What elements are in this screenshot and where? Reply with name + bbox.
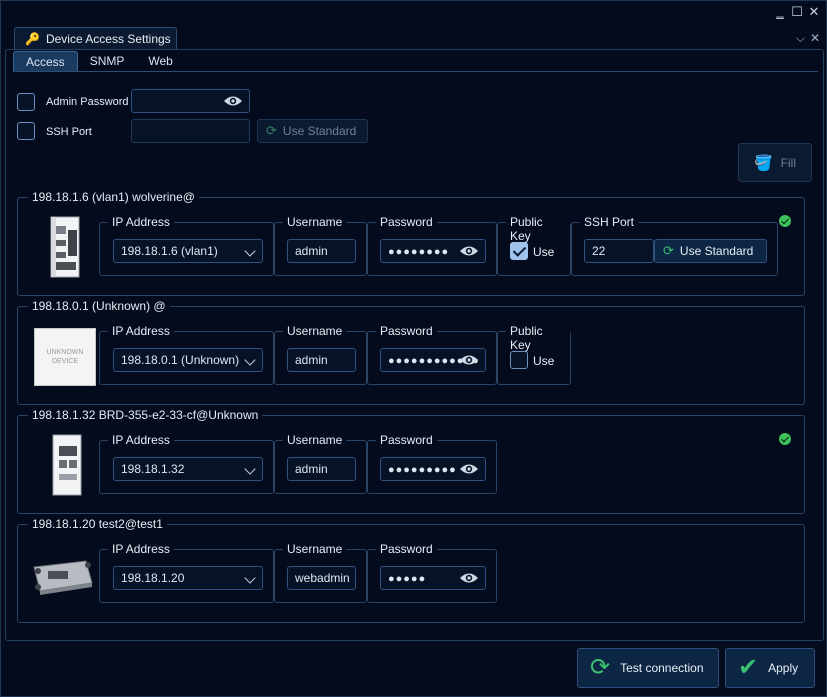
- tab-web[interactable]: Web: [136, 51, 184, 71]
- device-title: 198.18.1.20 test2@test1: [28, 517, 167, 531]
- ssh-port-label: SSH Port: [46, 126, 92, 138]
- device-panel: 198.18.0.1 (Unknown) @ UNKNOWN DEVICE IP…: [17, 299, 805, 405]
- ip-address-select[interactable]: 198.18.0.1 (Unknown): [113, 348, 263, 372]
- username-group: Username webadmin: [274, 542, 367, 603]
- device-panel: 198.18.1.32 BRD-355-e2-33-cf@Unknown IP …: [17, 408, 805, 514]
- username-group: Username admin: [274, 433, 367, 494]
- maximize-icon[interactable]: ☐: [791, 5, 803, 18]
- ssh-port-input[interactable]: 22: [584, 239, 654, 263]
- test-connection-button[interactable]: ⟳ Test connection: [577, 648, 719, 688]
- close-icon[interactable]: ✕: [808, 5, 820, 18]
- status-ok-icon: [779, 433, 791, 445]
- tab-access[interactable]: Access: [13, 51, 78, 71]
- ip-address-select[interactable]: 198.18.1.20: [113, 566, 263, 590]
- password-group: Password ●●●●●●●●: [367, 215, 497, 276]
- ssh-port-group: SSH Port 22 ⟳ Use Standard: [571, 215, 778, 276]
- chevron-down-icon: [244, 463, 256, 475]
- app-window: ‗ ☐ ✕ 🔑 Device Access Settings ⌵ ✕ Acces…: [0, 0, 827, 697]
- subtab-divider: [13, 71, 818, 72]
- username-group: Username admin: [274, 324, 367, 385]
- ip-address-group: IP Address 198.18.1.32: [99, 433, 274, 494]
- admin-password-label: Admin Password: [46, 96, 129, 108]
- password-group: Password ●●●●●●●●●●●●: [367, 324, 497, 385]
- document-tab-controls: ⌵ ✕: [796, 31, 820, 46]
- eye-icon[interactable]: [223, 94, 243, 108]
- ssh-port-input[interactable]: [131, 119, 250, 143]
- username-input[interactable]: admin: [287, 457, 356, 481]
- refresh-icon: ⟳: [663, 243, 674, 258]
- subtab-bar: Access SNMP Web: [13, 51, 185, 71]
- username-input[interactable]: webadmin: [287, 566, 356, 590]
- eye-icon[interactable]: [459, 462, 479, 476]
- window-controls: ‗ ☐ ✕: [774, 5, 820, 18]
- switch-device-image: [50, 216, 80, 278]
- fill-button[interactable]: 🪣 Fill: [738, 143, 812, 182]
- ip-address-group: IP Address 198.18.1.6 (vlan1): [99, 215, 274, 276]
- gateway-device-image: [33, 560, 93, 595]
- password-group: Password ●●●●●: [367, 542, 497, 603]
- password-input[interactable]: ●●●●●: [380, 566, 486, 590]
- admin-password-checkbox[interactable]: [17, 93, 35, 111]
- device-title: 198.18.0.1 (Unknown) @: [28, 299, 170, 313]
- password-input[interactable]: ●●●●●●●●●: [380, 457, 486, 481]
- ssh-port-checkbox[interactable]: [17, 122, 35, 140]
- chevron-down-icon[interactable]: ⌵: [796, 31, 805, 46]
- refresh-icon: ⟳: [590, 654, 611, 681]
- ip-address-group: IP Address 198.18.0.1 (Unknown): [99, 324, 274, 385]
- chevron-down-icon: [244, 572, 256, 584]
- router-device-image: [52, 434, 82, 496]
- password-group: Password ●●●●●●●●●: [367, 433, 497, 494]
- admin-password-input[interactable]: [131, 89, 250, 113]
- username-input[interactable]: admin: [287, 348, 356, 372]
- password-input[interactable]: ●●●●●●●●: [380, 239, 486, 263]
- device-panel: 198.18.1.20 test2@test1 IP Address 198.1…: [17, 517, 805, 623]
- password-input[interactable]: ●●●●●●●●●●●●: [380, 348, 486, 372]
- chevron-down-icon: [244, 245, 256, 257]
- global-use-standard-button[interactable]: ⟳ Use Standard: [257, 119, 368, 143]
- ip-address-group: IP Address 198.18.1.20: [99, 542, 274, 603]
- document-tab-title: Device Access Settings: [45, 31, 171, 46]
- unknown-device-image: UNKNOWN DEVICE: [34, 328, 96, 386]
- public-key-checkbox[interactable]: [510, 242, 528, 260]
- apply-button[interactable]: ✔ Apply: [725, 648, 815, 688]
- status-ok-icon: [779, 215, 791, 227]
- public-key-group: Public Key Use: [497, 215, 571, 276]
- checkmark-icon: ✔: [738, 654, 759, 681]
- chevron-down-icon: [244, 354, 256, 366]
- device-panel: 198.18.1.6 (vlan1) wolverine@ IP Address…: [17, 190, 805, 296]
- key-icon: 🔑: [25, 31, 40, 46]
- document-tab[interactable]: 🔑 Device Access Settings: [14, 27, 177, 49]
- minimize-icon[interactable]: ‗: [774, 5, 786, 18]
- ip-address-select[interactable]: 198.18.1.32: [113, 457, 263, 481]
- refresh-icon: ⟳: [266, 123, 277, 138]
- tab-snmp[interactable]: SNMP: [78, 51, 137, 71]
- username-group: Username admin: [274, 215, 367, 276]
- eye-icon[interactable]: [459, 571, 479, 585]
- ip-address-select[interactable]: 198.18.1.6 (vlan1): [113, 239, 263, 263]
- eye-icon[interactable]: [459, 244, 479, 258]
- public-key-checkbox[interactable]: [510, 351, 528, 369]
- device-title: 198.18.1.32 BRD-355-e2-33-cf@Unknown: [28, 408, 263, 422]
- use-standard-button[interactable]: ⟳ Use Standard: [654, 239, 767, 263]
- close-tab-icon[interactable]: ✕: [810, 31, 820, 46]
- eye-icon[interactable]: [459, 353, 479, 367]
- public-key-group: Public Key Use: [497, 324, 571, 385]
- username-input[interactable]: admin: [287, 239, 356, 263]
- device-title: 198.18.1.6 (vlan1) wolverine@: [28, 190, 199, 204]
- paint-bucket-icon: 🪣: [753, 154, 773, 172]
